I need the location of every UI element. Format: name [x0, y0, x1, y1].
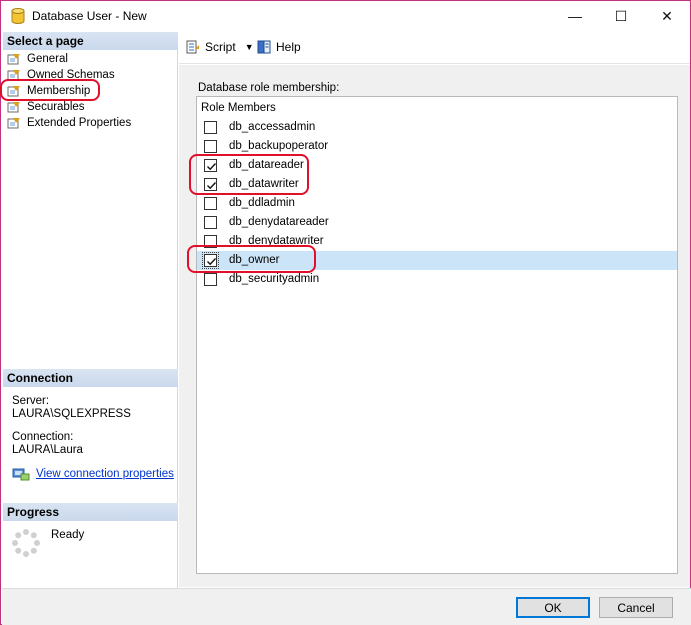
script-icon — [186, 40, 199, 54]
role-checkbox[interactable] — [204, 121, 217, 134]
page-item-label: Membership — [27, 85, 91, 97]
script-label: Script — [205, 40, 236, 54]
connection-header: Connection — [3, 369, 178, 387]
connection-value: LAURA\Laura — [12, 444, 83, 456]
progress-status: Ready — [51, 529, 85, 541]
list-item[interactable]: db_backupoperator — [197, 137, 677, 156]
maximize-button[interactable]: ☐ — [598, 1, 644, 31]
role-name: db_owner — [229, 254, 280, 266]
script-button[interactable]: Script ▼ — [186, 40, 254, 54]
page-item-owned-schemas[interactable]: Owned Schemas — [7, 67, 115, 83]
main-content: Database role membership: Role Members d… — [179, 65, 690, 587]
close-icon: ✕ — [661, 7, 673, 24]
role-name: db_backupoperator — [229, 140, 329, 152]
help-button[interactable]: Help — [257, 40, 301, 54]
page-item-general[interactable]: General — [7, 51, 68, 67]
role-name: db_securityadmin — [229, 273, 320, 285]
role-name: db_accessadmin — [229, 121, 316, 133]
role-checkbox[interactable] — [204, 140, 217, 153]
role-checkbox[interactable] — [204, 159, 217, 172]
select-page-header: Select a page — [3, 32, 178, 50]
maximize-icon: ☐ — [614, 7, 628, 24]
wrench-page-icon — [7, 102, 20, 113]
connection-label: Connection: — [12, 431, 74, 443]
server-label: Server: — [12, 395, 50, 407]
server-value: LAURA\SQLEXPRESS — [12, 408, 131, 420]
database-icon — [11, 8, 25, 24]
toolbar: Script ▼ Help — [179, 32, 690, 64]
role-checkbox[interactable] — [204, 273, 217, 286]
list-item[interactable]: db_denydatawriter — [197, 232, 677, 251]
role-checkbox[interactable] — [204, 235, 217, 248]
list-item[interactable]: db_accessadmin — [197, 118, 677, 137]
minimize-button[interactable]: — — [552, 1, 598, 31]
window-title: Database User - New — [32, 9, 147, 23]
role-name: db_denydatareader — [229, 216, 329, 228]
role-checkbox[interactable] — [204, 197, 217, 210]
view-connection-properties-link[interactable]: View connection properties — [12, 467, 174, 481]
role-checkbox[interactable] — [204, 178, 217, 191]
checkmark-icon — [207, 182, 217, 190]
list-item[interactable]: db_ddladmin — [197, 194, 677, 213]
close-button[interactable]: ✕ — [644, 1, 690, 31]
role-checkbox[interactable] — [204, 216, 217, 229]
role-members-list[interactable]: Role Members db_accessadmin db_backupope… — [187, 96, 678, 574]
help-label: Help — [276, 40, 301, 54]
checkmark-icon — [207, 258, 217, 266]
role-name: db_ddladmin — [229, 197, 295, 209]
page-item-membership[interactable]: Membership — [7, 83, 90, 99]
page-item-securables[interactable]: Securables — [7, 99, 85, 115]
role-checkbox[interactable] — [202, 252, 219, 269]
checkmark-icon — [207, 163, 217, 171]
database-user-dialog: Database User - New — ☐ ✕ Select a page … — [0, 0, 691, 625]
database-role-membership-label: Database role membership: — [198, 82, 340, 94]
role-name: db_datareader — [229, 159, 304, 171]
page-item-label: General — [27, 53, 68, 65]
role-name: db_denydatawriter — [229, 235, 324, 247]
page-item-label: Extended Properties — [27, 117, 132, 129]
role-name: db_datawriter — [229, 178, 299, 190]
title-bar[interactable]: Database User - New — ☐ ✕ — [1, 1, 690, 31]
page-item-extended-properties[interactable]: Extended Properties — [7, 115, 131, 131]
ok-button[interactable]: OK — [516, 597, 590, 618]
progress-header: Progress — [3, 503, 178, 521]
view-connection-properties-label: View connection properties — [36, 468, 174, 480]
list-item[interactable]: db_datareader — [197, 156, 677, 175]
list-item[interactable]: db_owner — [197, 251, 677, 270]
list-item[interactable]: db_denydatareader — [197, 213, 677, 232]
wrench-page-icon — [7, 118, 20, 129]
left-pane: Select a page General Owned Schemas Memb… — [0, 32, 178, 588]
minimize-icon: — — [568, 8, 582, 24]
wrench-page-icon — [7, 54, 20, 65]
dialog-footer: OK Cancel — [2, 588, 691, 625]
wrench-page-icon — [7, 70, 20, 81]
connection-properties-icon — [12, 468, 30, 481]
page-item-label: Securables — [27, 101, 85, 113]
list-item[interactable]: db_datawriter — [197, 175, 677, 194]
help-book-icon — [257, 40, 271, 54]
cancel-button[interactable]: Cancel — [599, 597, 673, 618]
list-item[interactable]: db_securityadmin — [197, 270, 677, 289]
page-item-label: Owned Schemas — [27, 69, 115, 81]
progress-spinner-icon — [12, 529, 40, 557]
wrench-page-icon — [7, 86, 20, 97]
chevron-down-icon[interactable]: ▼ — [245, 42, 254, 52]
role-members-header: Role Members — [201, 102, 276, 114]
